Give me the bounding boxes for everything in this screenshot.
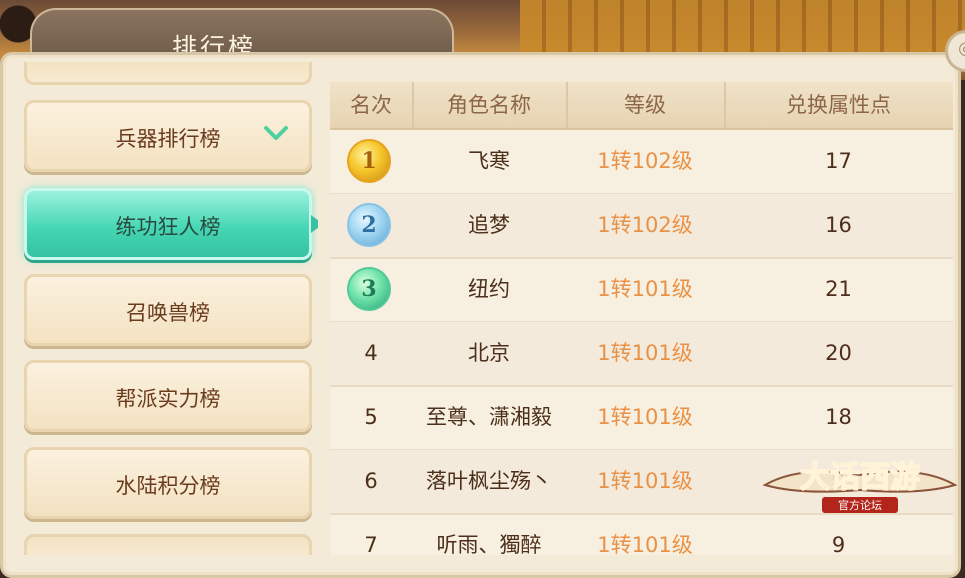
cell-level: 1转101级 bbox=[597, 405, 693, 429]
cell-points: 20 bbox=[825, 341, 852, 365]
table-row[interactable]: 3 纽约 1转101级 21 bbox=[330, 258, 953, 323]
cell-name: 北京 bbox=[468, 341, 510, 365]
table-row[interactable]: 7 听雨、獨醉 1转101级 9 bbox=[330, 514, 953, 555]
cell-name: 落叶枫尘殇丶 bbox=[426, 469, 552, 493]
cell-name: 纽约 bbox=[468, 277, 510, 301]
cell-level: 1转102级 bbox=[597, 149, 693, 173]
category-item-water-land[interactable]: 水陆积分榜 bbox=[24, 447, 312, 519]
cell-rank: 5 bbox=[364, 405, 378, 429]
cell-level: 1转101级 bbox=[597, 277, 693, 301]
category-label: 帮派实力榜 bbox=[115, 387, 221, 411]
silver-medal-icon: 2 bbox=[347, 203, 391, 247]
table-row[interactable]: 2 追梦 1转102级 16 bbox=[330, 194, 953, 259]
rank-medal-cell: 2 bbox=[330, 194, 412, 257]
game-logo: 大话西游 官方论坛 bbox=[760, 445, 960, 520]
cell-name: 听雨、獨醉 bbox=[436, 533, 542, 555]
category-item-guild[interactable]: 帮派实力榜 bbox=[24, 360, 312, 432]
cell-level: 1转101级 bbox=[597, 533, 693, 555]
category-item-weapon[interactable]: 兵器排行榜 bbox=[24, 100, 312, 172]
chevron-down-icon bbox=[263, 123, 289, 143]
cell-name: 追梦 bbox=[468, 213, 510, 237]
header-points: 兑换属性点 bbox=[786, 93, 891, 117]
cell-points: 21 bbox=[825, 277, 852, 301]
cell-points: 18 bbox=[825, 405, 852, 429]
header-level: 等级 bbox=[566, 82, 726, 128]
cell-points: 16 bbox=[825, 213, 852, 237]
rank-medal-cell: 3 bbox=[330, 258, 412, 321]
category-item-summon[interactable]: 召唤兽榜 bbox=[24, 274, 312, 346]
rank-medal-cell: 1 bbox=[330, 130, 412, 193]
table-header: 名次 角色名称 等级 兑换属性点 bbox=[330, 82, 953, 130]
cell-rank: 4 bbox=[364, 341, 378, 365]
cell-level: 1转101级 bbox=[597, 469, 693, 493]
cell-name: 飞寒 bbox=[468, 149, 510, 173]
table-row[interactable]: 4 北京 1转101级 20 bbox=[330, 322, 953, 387]
cell-rank: 6 bbox=[364, 469, 378, 493]
logo-subtitle: 官方论坛 bbox=[838, 498, 882, 512]
close-icon: ◎ bbox=[948, 38, 965, 59]
category-item-training[interactable]: 练功狂人榜 bbox=[24, 188, 318, 260]
table-row[interactable]: 5 至尊、潇湘毅 1转101级 18 bbox=[330, 386, 953, 451]
cell-points: 9 bbox=[831, 533, 846, 555]
cell-points: 17 bbox=[825, 149, 852, 173]
cell-level: 1转101级 bbox=[597, 341, 693, 365]
gold-medal-icon: 1 bbox=[347, 139, 391, 183]
category-label: 水陆积分榜 bbox=[115, 474, 221, 498]
cell-name: 至尊、潇湘毅 bbox=[426, 405, 552, 429]
category-list[interactable]: 兵器排行榜 练功狂人榜 召唤兽榜 帮派实力榜 水陆积分榜 bbox=[8, 62, 318, 555]
cell-level: 1转102级 bbox=[597, 213, 693, 237]
cell-rank: 7 bbox=[364, 533, 378, 555]
category-item-partial-bottom[interactable] bbox=[24, 534, 312, 555]
header-name: 角色名称 bbox=[412, 82, 568, 128]
logo-graphic: 大话西游 官方论坛 bbox=[762, 459, 958, 513]
table-row[interactable]: 1 飞寒 1转102级 17 bbox=[330, 130, 953, 195]
header-rank: 名次 bbox=[330, 82, 414, 128]
category-label: 练功狂人榜 bbox=[115, 215, 221, 239]
category-item-partial-top[interactable] bbox=[24, 62, 312, 85]
category-label: 召唤兽榜 bbox=[126, 301, 210, 325]
logo-title: 大话西游 bbox=[800, 460, 920, 495]
bronze-medal-icon: 3 bbox=[347, 267, 391, 311]
